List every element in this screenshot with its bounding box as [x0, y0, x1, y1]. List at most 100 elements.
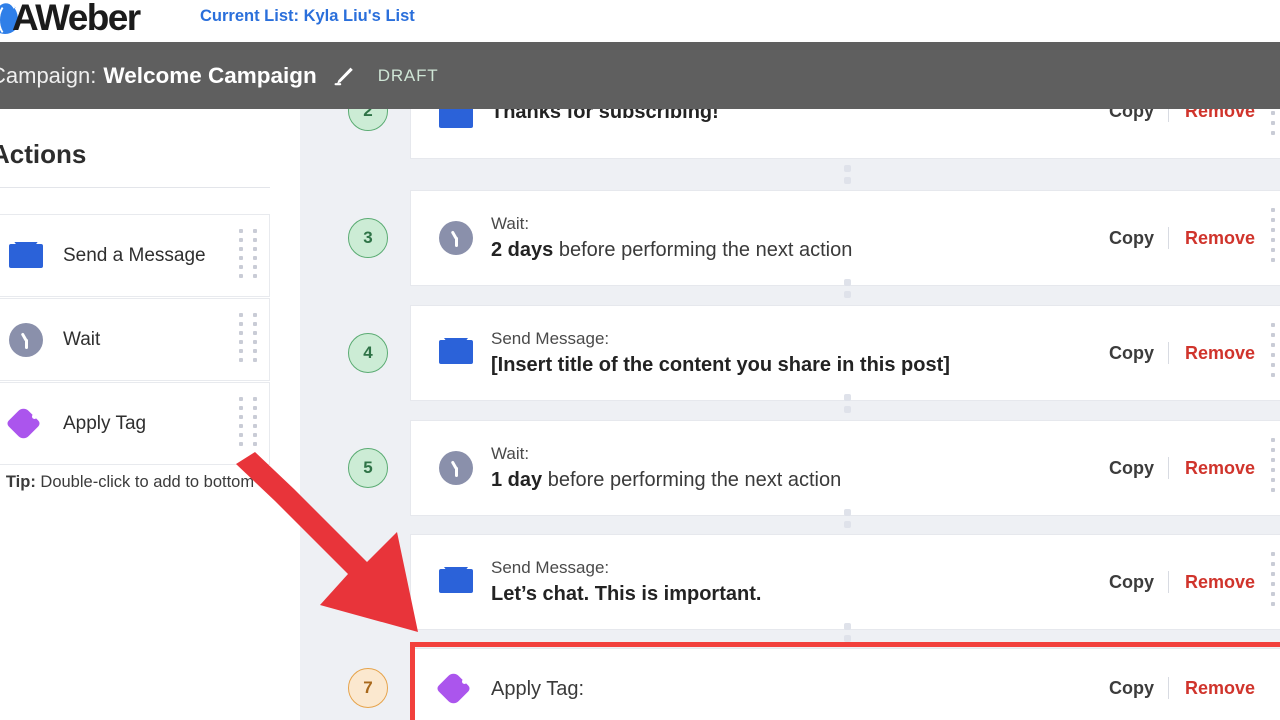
step-card-title: 2 days: [491, 239, 554, 261]
step-number-badge: 3: [348, 218, 388, 258]
campaign-name: Welcome Campaign: [103, 62, 317, 88]
remove-button[interactable]: Remove: [1169, 343, 1265, 364]
insert-indicator: [842, 623, 852, 642]
clock-icon: [439, 221, 473, 255]
step-card[interactable]: Send Message: [Insert title of the conte…: [410, 305, 1280, 401]
copy-button[interactable]: Copy: [1095, 678, 1168, 699]
insert-indicator: [842, 165, 852, 184]
brand-bar: AWeber Current List: Kyla Liu's List: [0, 0, 1280, 42]
campaign-editor-screen: AWeber Current List: Kyla Liu's List Cam…: [0, 0, 1280, 720]
copy-button[interactable]: Copy: [1095, 109, 1168, 122]
step-number-badge: 4: [348, 333, 388, 373]
step-card-title: Apply Tag:: [491, 678, 585, 700]
drag-handle[interactable]: [1271, 208, 1280, 268]
step-row: 2 Thanks for subscribing! Copy Remove: [300, 109, 1280, 159]
step-card-title: [Insert title of the content you share i…: [491, 354, 950, 376]
sidebar-tip-label: Tip:: [5, 473, 36, 491]
remove-button[interactable]: Remove: [1169, 678, 1265, 699]
drag-handle[interactable]: [1271, 109, 1280, 141]
copy-button[interactable]: Copy: [1095, 458, 1168, 479]
sidebar-tip-text: Double-click to add to bottom: [35, 473, 255, 491]
drag-handle[interactable]: [1271, 438, 1280, 498]
copy-button[interactable]: Copy: [1095, 572, 1168, 593]
sidebar-title: Actions: [0, 139, 87, 169]
sidebar-action-label: Apply Tag: [63, 412, 147, 434]
drag-handle[interactable]: [1271, 552, 1280, 612]
sidebar-action-label: Send a Message: [63, 244, 206, 266]
drag-handle[interactable]: [239, 228, 259, 283]
insert-indicator: [842, 394, 852, 413]
step-number-badge: 6: [348, 562, 388, 602]
step-card-kind: Send Message:: [491, 329, 610, 348]
envelope-icon: [439, 109, 473, 128]
step-card-text: Apply Tag:: [491, 675, 584, 703]
clock-icon: [9, 322, 49, 357]
step-card-text: Send Message: [Insert title of the conte…: [491, 327, 950, 379]
step-row-actions: Copy Remove: [1095, 227, 1265, 249]
step-card-title: Thanks for subscribing!: [491, 109, 719, 123]
copy-button[interactable]: Copy: [1095, 343, 1168, 364]
step-card[interactable]: Thanks for subscribing! Copy Remove: [410, 109, 1280, 159]
tag-icon: [5, 405, 49, 441]
step-row-actions: Copy Remove: [1095, 109, 1265, 122]
step-row-actions: Copy Remove: [1095, 571, 1265, 593]
step-row-actions: Copy Remove: [1095, 342, 1265, 364]
sidebar-divider: [0, 187, 270, 188]
step-card-title-line: 2 days before performing the next action: [491, 236, 852, 264]
step-card-kind: Wait:: [491, 444, 530, 463]
step-card[interactable]: Wait: 2 days before performing the next …: [410, 190, 1280, 286]
insert-indicator: [842, 279, 852, 298]
aweber-logo[interactable]: AWeber: [0, 0, 141, 42]
step-number-badge: 2: [348, 109, 388, 131]
drag-handle[interactable]: [239, 312, 259, 367]
step-card-title-suffix: before performing the next action: [553, 239, 853, 261]
step-card-title-suffix: before performing the next action: [542, 469, 842, 491]
step-card-kind: Wait:: [491, 214, 530, 233]
current-list-label[interactable]: Current List: Kyla Liu's List: [200, 5, 415, 27]
step-number-badge: 7: [348, 668, 388, 708]
step-card-text: Thanks for subscribing!: [491, 109, 719, 126]
step-card-text: Wait: 1 day before performing the next a…: [491, 442, 841, 494]
drag-handle[interactable]: [239, 396, 259, 451]
sidebar-action-wait[interactable]: Wait: [0, 298, 270, 381]
sidebar-tip: Tip: Double-click to add to bottom: [0, 469, 270, 495]
step-card[interactable]: Apply Tag: Copy Remove: [410, 648, 1280, 720]
step-row-actions: Copy Remove: [1095, 677, 1265, 699]
step-number-badge: 5: [348, 448, 388, 488]
copy-button[interactable]: Copy: [1095, 228, 1168, 249]
step-row: 4 Send Message: [Insert title of the con…: [300, 305, 1280, 401]
remove-button[interactable]: Remove: [1169, 228, 1265, 249]
envelope-icon: [9, 241, 49, 268]
pencil-icon[interactable]: [330, 64, 356, 90]
step-row-actions: Copy Remove: [1095, 457, 1265, 479]
step-card-title: Let’s chat. This is important.: [491, 583, 762, 605]
step-row: 7 Apply Tag: Copy Remove: [300, 642, 1280, 720]
drag-handle[interactable]: [1271, 323, 1280, 383]
campaign-label: Campaign:: [0, 62, 97, 88]
sidebar-action-send-a-message[interactable]: Send a Message: [0, 214, 270, 297]
step-row: 6 Send Message: Let’s chat. This is impo…: [300, 534, 1280, 630]
actions-sidebar: Actions Send a Message Wait Apply Tag Ti…: [0, 109, 270, 720]
envelope-icon: [439, 567, 473, 593]
status-badge: DRAFT: [377, 65, 439, 85]
step-card-title: 1 day: [491, 469, 543, 491]
step-card[interactable]: Wait: 1 day before performing the next a…: [410, 420, 1280, 516]
step-card-kind: Send Message:: [491, 558, 610, 577]
remove-button[interactable]: Remove: [1169, 572, 1265, 593]
step-card[interactable]: Send Message: Let’s chat. This is import…: [410, 534, 1280, 630]
step-row: 3 Wait: 2 days before performing the nex…: [300, 190, 1280, 286]
campaign-steps-canvas: 2 Thanks for subscribing! Copy Remove 3 …: [300, 109, 1280, 720]
aweber-logo-text: AWeber: [12, 0, 141, 38]
insert-indicator: [842, 509, 852, 528]
remove-button[interactable]: Remove: [1169, 458, 1265, 479]
tag-icon: [435, 670, 473, 707]
step-card-text: Send Message: Let’s chat. This is import…: [491, 556, 761, 608]
sidebar-action-label: Wait: [63, 328, 101, 350]
step-row: 5 Wait: 1 day before performing the next…: [300, 420, 1280, 516]
step-card-title-line: 1 day before performing the next action: [491, 466, 841, 494]
clock-icon: [439, 451, 473, 485]
step-card-text: Wait: 2 days before performing the next …: [491, 212, 852, 264]
campaign-header-bar: Campaign: Welcome Campaign DRAFT: [0, 42, 1280, 109]
remove-button[interactable]: Remove: [1169, 109, 1265, 122]
sidebar-action-apply-tag[interactable]: Apply Tag: [0, 382, 270, 465]
